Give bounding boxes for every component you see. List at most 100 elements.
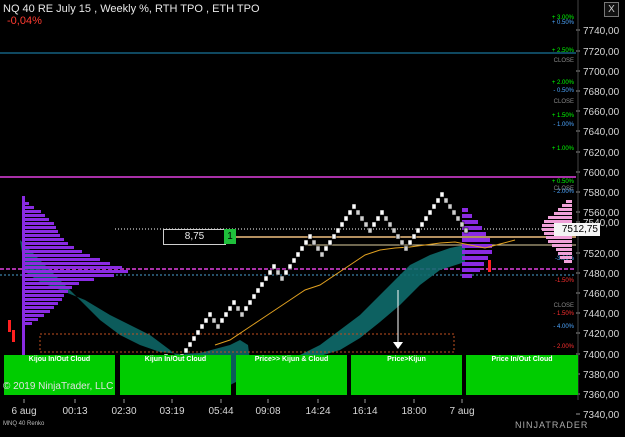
volume-profile-bar [24,278,94,281]
renko-brick [391,227,397,234]
volume-profile-bar-mid [462,268,480,272]
copyright-text: © 2019 NinjaTrader, LLC [3,381,114,392]
renko-brick [359,215,365,222]
percent-level-label: CLOSE [554,58,574,64]
renko-brick [363,221,369,228]
renko-brick-red [488,260,491,272]
ichimoku-cloud-2 [300,245,465,356]
renko-brick [279,275,285,282]
renko-brick [183,347,189,354]
x-tick-label: 05:44 [208,406,233,417]
volume-profile-bar [24,254,90,257]
renko-brick [343,215,349,222]
signal-button-kijun-cloud[interactable]: Kijun In/Out Cloud [120,355,231,395]
percent-level-label: - 1.00% [553,122,574,128]
renko-brick [331,233,337,240]
x-tick-label: 7 aug [449,406,474,417]
percent-level-label: + 0.50% [552,20,575,26]
volume-profile-bar-mid [462,214,472,218]
renko-brick [287,263,293,270]
close-button[interactable]: X [604,2,619,17]
volume-profile-bar-right [556,248,572,251]
renko-brick [259,281,265,288]
y-tick-label: 7420,00 [583,329,620,340]
volume-profile-bar-right [546,236,572,239]
instrument-label: MNQ 40 Renko [3,421,45,427]
percent-level-label: CLOSE [554,303,574,309]
volume-profile-bar-right [564,260,572,263]
x-tick-label: 00:13 [62,406,87,417]
volume-profile-bar-right [548,240,572,243]
y-tick-label: 7740,00 [583,26,620,37]
renko-brick [275,269,281,276]
signal-button-price-cloud[interactable]: Price In/Out Cloud [466,355,578,395]
x-tick-label: 18:00 [401,406,426,417]
renko-brick [427,209,433,216]
signal-button-price-kijun[interactable]: Price>Kijun [351,355,462,395]
percent-level-label: - 1.50% [553,311,574,317]
renko-brick [423,215,429,222]
renko-brick [371,221,377,228]
renko-brick [283,269,289,276]
ninjatrader-logo: NINJATRADER [515,420,589,430]
volume-profile-bar [24,226,56,229]
volume-profile-bar-mid [462,274,472,278]
renko-brick [243,305,249,312]
renko-brick [215,323,221,330]
renko-brick [347,209,353,216]
volume-profile-bar [24,322,32,325]
volume-profile-bar-mid [462,220,478,224]
renko-brick [431,203,437,210]
volume-profile-bar [24,282,79,285]
renko-brick [443,197,449,204]
signal-button-label: Kijou In/Out Cloud [28,356,91,363]
signal-button-label: Kijun In/Out Cloud [144,356,207,363]
volume-profile-bar [24,210,41,213]
volume-profile-bar [24,294,64,297]
renko-brick [295,251,301,258]
renko-brick [207,311,213,318]
volume-profile-bar [24,214,45,217]
renko-brick [291,257,297,264]
renko-brick [395,233,401,240]
volume-profile-bar [24,274,114,277]
renko-brick [403,245,409,252]
renko-brick [367,227,373,234]
renko-brick [227,305,233,312]
renko-brick-red [8,320,11,332]
signal-button-label: Price In/Out Cloud [491,356,553,363]
order-count-tag[interactable]: 1 [224,229,236,244]
volume-profile-bar [24,270,128,273]
volume-profile-bar [24,250,82,253]
volume-profile-bar-right [558,208,572,211]
chart-window: 7740,00 7720,00 7700,00 7680,00 7660,00 7640,… [0,0,625,432]
volume-profile-bar [24,298,62,301]
volume-profile-bar-mid [462,250,492,254]
y-tick-label: 7600,00 [583,168,620,179]
volume-profile-bar [24,318,38,321]
percent-level-label: + 2.00% [552,80,575,86]
volume-profile-bar [24,238,64,241]
y-tick-label: 7620,00 [583,148,620,159]
volume-profile-bar-mid [462,262,484,266]
renko-brick [463,227,469,234]
renko-brick [199,323,205,330]
renko-brick [271,263,277,270]
renko-brick [247,299,253,306]
volume-profile-bar-right [562,204,572,207]
volume-profile-bar [24,246,74,249]
renko-brick [407,239,413,246]
order-quantity-box[interactable]: 8,75 [163,229,226,245]
renko-brick [351,203,357,210]
volume-profile-bar-right [566,200,572,203]
volume-profile-bar [24,234,60,237]
volume-profile-bar-mid [462,208,468,212]
percent-level-label: + 1.00% [552,146,575,152]
percent-level-label: + 1.50% [552,113,575,119]
volume-profile-bar [24,302,58,305]
signal-button-price-kijun-cloud[interactable]: Price>> Kijun & Cloud [236,355,347,395]
volume-profile-bar [24,314,44,317]
signal-button-label: Price>> Kijun & Cloud [254,356,329,363]
y-tick-label: 7520,00 [583,249,620,260]
volume-profile-bar-right [552,244,572,247]
